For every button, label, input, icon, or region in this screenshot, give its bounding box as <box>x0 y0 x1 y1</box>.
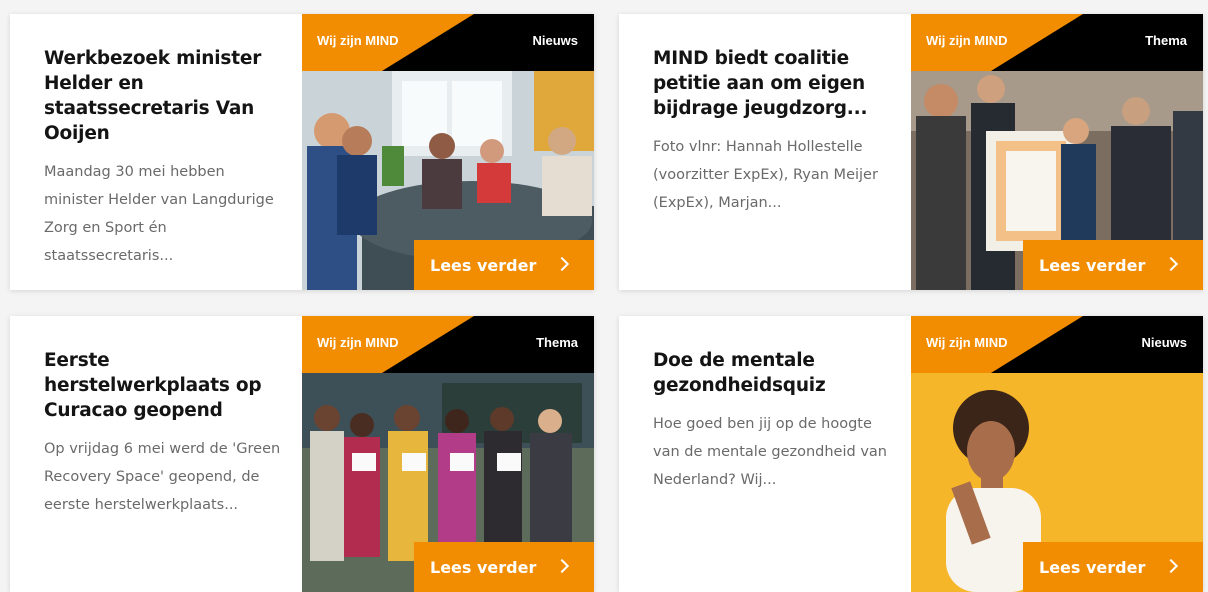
read-more-button[interactable]: Lees verder <box>1023 240 1203 290</box>
read-more-button[interactable]: Lees verder <box>414 240 594 290</box>
chevron-right-icon <box>554 256 570 272</box>
category-label-bar: Wij zijn MIND Thema <box>302 316 594 373</box>
chevron-right-icon <box>1163 558 1179 574</box>
category-label-bar: Wij zijn MIND Nieuws <box>302 14 594 71</box>
card-text: Eerste herstelwerkplaats op Curacao geop… <box>10 316 302 592</box>
label-category[interactable]: Nieuws <box>1141 335 1187 350</box>
read-more-label: Lees verder <box>430 557 537 577</box>
card-title[interactable]: MIND biedt coalitie petitie aan om eigen… <box>653 46 891 121</box>
card-image[interactable]: Wij zijn MIND Nieuws Lees verder <box>302 14 594 290</box>
label-wij-zijn-mind: Wij zijn MIND <box>317 33 399 48</box>
card-title[interactable]: Eerste herstelwerkplaats op Curacao geop… <box>44 348 282 423</box>
card-excerpt: Foto vlnr: Hannah Hollestelle (voorzitte… <box>653 139 878 211</box>
news-card[interactable]: Doe de mentale gezondheidsquiz Hoe goed … <box>619 316 1203 592</box>
card-excerpt: Hoe goed ben jij op de hoogte van de men… <box>653 416 887 488</box>
card-title[interactable]: Werkbezoek minister Helder en staatssecr… <box>44 46 282 146</box>
card-text: MIND biedt coalitie petitie aan om eigen… <box>619 14 911 290</box>
card-excerpt: Maandag 30 mei hebben minister Helder va… <box>44 164 274 264</box>
read-more-label: Lees verder <box>430 255 537 275</box>
chevron-right-icon <box>554 558 570 574</box>
label-category[interactable]: Thema <box>536 335 578 350</box>
label-wij-zijn-mind: Wij zijn MIND <box>926 335 1008 350</box>
label-wij-zijn-mind: Wij zijn MIND <box>926 33 1008 48</box>
card-image[interactable]: Wij zijn MIND Thema Lees verder <box>911 14 1203 290</box>
read-more-button[interactable]: Lees verder <box>1023 542 1203 592</box>
card-image[interactable]: Wij zijn MIND Nieuws Lees verder <box>911 316 1203 592</box>
card-excerpt: Op vrijdag 6 mei werd de 'Green Recovery… <box>44 441 281 513</box>
category-label-bar: Wij zijn MIND Nieuws <box>911 316 1203 373</box>
label-category[interactable]: Nieuws <box>532 33 578 48</box>
news-card[interactable]: Eerste herstelwerkplaats op Curacao geop… <box>10 316 594 592</box>
read-more-label: Lees verder <box>1039 557 1146 577</box>
card-text: Doe de mentale gezondheidsquiz Hoe goed … <box>619 316 911 592</box>
news-card[interactable]: MIND biedt coalitie petitie aan om eigen… <box>619 14 1203 290</box>
category-label-bar: Wij zijn MIND Thema <box>911 14 1203 71</box>
read-more-button[interactable]: Lees verder <box>414 542 594 592</box>
label-category[interactable]: Thema <box>1145 33 1187 48</box>
label-wij-zijn-mind: Wij zijn MIND <box>317 335 399 350</box>
chevron-right-icon <box>1163 256 1179 272</box>
card-title[interactable]: Doe de mentale gezondheidsquiz <box>653 348 891 398</box>
read-more-label: Lees verder <box>1039 255 1146 275</box>
card-image[interactable]: Wij zijn MIND Thema Lees verder <box>302 316 594 592</box>
card-text: Werkbezoek minister Helder en staatssecr… <box>10 14 302 290</box>
news-card[interactable]: Werkbezoek minister Helder en staatssecr… <box>10 14 594 290</box>
